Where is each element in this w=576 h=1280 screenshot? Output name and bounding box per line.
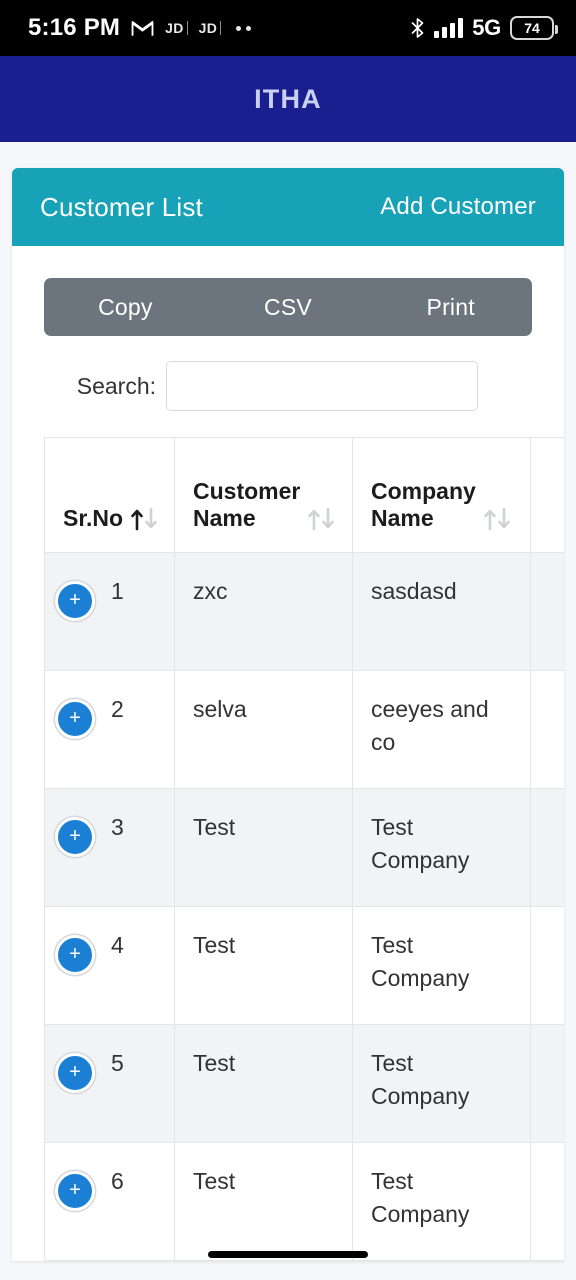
table-row[interactable]: + 3 Test Test Company (44, 788, 564, 907)
row-sr-no-cell: + 4 (44, 906, 175, 1025)
table-row[interactable]: + 4 Test Test Company (44, 906, 564, 1025)
search-label: Search: (76, 372, 156, 399)
table-header-row: Sr.No Customer Name Company Name (44, 437, 564, 553)
row-customer-name-cell: selva (174, 670, 353, 789)
row-company-name-cell: Test Company (352, 788, 531, 907)
search-input[interactable] (166, 361, 478, 411)
row-overflow-cell (530, 906, 564, 1025)
row-overflow-cell (530, 552, 564, 671)
row-overflow-cell (530, 1142, 564, 1261)
column-header-sr-no[interactable]: Sr.No (44, 437, 175, 553)
status-bar: 5:16 PM JD JD 5G 74 (0, 0, 576, 56)
row-sr-no-value: 3 (111, 814, 124, 840)
row-sr-no-cell: + 2 (44, 670, 175, 789)
table-header: Sr.No Customer Name Company Name (44, 437, 564, 553)
row-overflow-cell (530, 1024, 564, 1143)
sort-ascending-icon (131, 507, 157, 531)
csv-button[interactable]: CSV (207, 278, 370, 336)
battery-indicator: 74 (510, 16, 558, 40)
column-header-overflow (530, 437, 564, 553)
table-row[interactable]: + 6 Test Test Company (44, 1142, 564, 1261)
row-company-name-cell: ceeyes and co (352, 670, 531, 789)
page-title: Customer List (40, 191, 203, 222)
row-sr-no-cell: + 6 (44, 1142, 175, 1261)
row-customer-name-cell: Test (174, 1024, 353, 1143)
table-row[interactable]: + 1 zxc sasdasd (44, 552, 564, 671)
sort-none-icon (483, 507, 510, 531)
plus-circle-icon[interactable]: + (55, 1053, 95, 1093)
app-title: ITHA (254, 83, 322, 114)
plus-circle-icon[interactable]: + (55, 699, 95, 739)
table-body: + 1 zxc sasdasd + 2 selva ceeyes and co … (44, 552, 564, 1261)
column-header-sr-no-label: Sr.No (63, 504, 124, 531)
table-row[interactable]: + 2 selva ceeyes and co (44, 670, 564, 789)
row-sr-no-value: 5 (111, 1050, 124, 1076)
app-badge-jd-1: JD (165, 21, 188, 35)
row-sr-no-cell: + 1 (44, 552, 175, 671)
row-sr-no-value: 4 (111, 932, 124, 958)
row-sr-no-value: 1 (111, 578, 124, 604)
row-company-name-cell: Test Company (352, 906, 531, 1025)
plus-circle-icon[interactable]: + (55, 581, 95, 621)
add-customer-button[interactable]: Add Customer (380, 193, 536, 221)
status-bar-right: 5G 74 (410, 15, 558, 41)
home-indicator (208, 1251, 368, 1258)
row-company-name-cell: Test Company (352, 1024, 531, 1143)
row-company-name-cell: Test Company (352, 1142, 531, 1261)
gmail-icon (131, 21, 154, 36)
row-customer-name-cell: Test (174, 906, 353, 1025)
plus-circle-icon[interactable]: + (55, 817, 95, 857)
customer-list-card: Customer List Add Customer Copy CSV Prin… (12, 168, 564, 1261)
status-bar-left: 5:16 PM JD JD (28, 14, 252, 42)
row-sr-no-cell: + 3 (44, 788, 175, 907)
print-button[interactable]: Print (369, 278, 532, 336)
plus-circle-icon[interactable]: + (55, 1171, 95, 1211)
app-bar: ITHA (0, 56, 576, 142)
row-overflow-cell (530, 670, 564, 789)
card-header: Customer List Add Customer (12, 168, 564, 246)
row-sr-no-cell: + 5 (44, 1024, 175, 1143)
battery-percent-label: 74 (524, 20, 540, 36)
row-overflow-cell (530, 788, 564, 907)
notification-overflow-icon (236, 25, 252, 31)
status-bar-clock: 5:16 PM (28, 14, 121, 41)
table-row[interactable]: + 5 Test Test Company (44, 1024, 564, 1143)
column-header-customer-name[interactable]: Customer Name (174, 437, 353, 553)
column-header-company-name[interactable]: Company Name (352, 437, 531, 553)
column-header-customer-name-label: Customer Name (193, 477, 301, 531)
phone-screen: 5:16 PM JD JD 5G 74 ITHA Customer List A… (0, 0, 576, 1280)
row-sr-no-value: 6 (111, 1168, 124, 1194)
row-customer-name-cell: zxc (174, 552, 353, 671)
copy-button[interactable]: Copy (44, 278, 207, 336)
page-content: Customer List Add Customer Copy CSV Prin… (0, 142, 576, 1280)
plus-circle-icon[interactable]: + (55, 935, 95, 975)
row-customer-name-cell: Test (174, 788, 353, 907)
row-company-name-cell: sasdasd (352, 552, 531, 671)
export-button-group: Copy CSV Print (44, 278, 532, 336)
row-customer-name-cell: Test (174, 1142, 353, 1261)
card-body: Copy CSV Print Search: Sr.No Customer Na… (12, 246, 564, 1261)
app-badge-jd-2: JD (199, 21, 222, 35)
search-row: Search: (12, 361, 478, 411)
customer-table-scroll[interactable]: Sr.No Customer Name Company Name + 1 zxc… (44, 437, 564, 1261)
signal-bars-icon (434, 18, 464, 38)
network-type-label: 5G (472, 15, 501, 40)
customer-table: Sr.No Customer Name Company Name + 1 zxc… (44, 437, 564, 1261)
bluetooth-icon (411, 18, 424, 38)
row-sr-no-value: 2 (111, 696, 124, 722)
column-header-company-name-label: Company Name (371, 477, 476, 531)
sort-none-icon (308, 507, 335, 531)
